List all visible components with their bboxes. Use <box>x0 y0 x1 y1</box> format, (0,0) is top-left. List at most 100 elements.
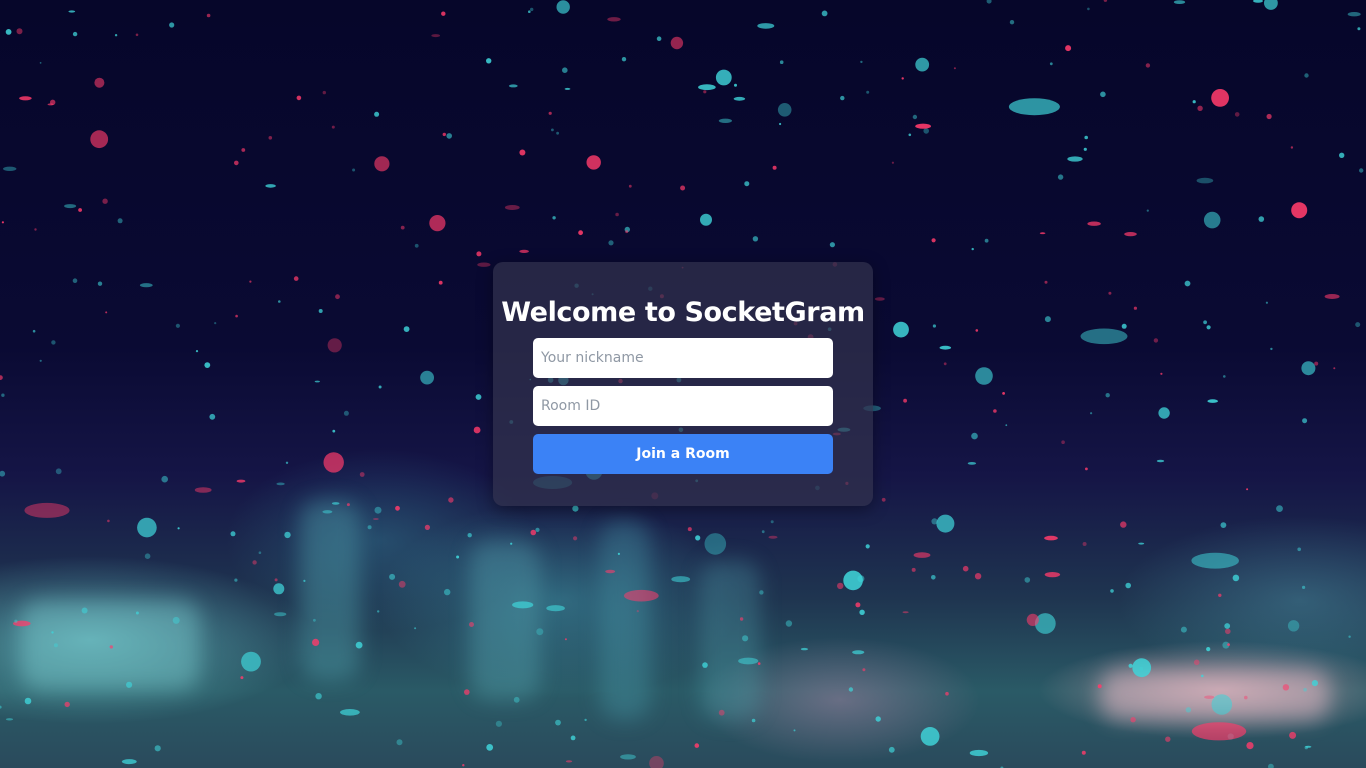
raindrop <box>608 240 614 246</box>
raindrop <box>335 294 340 300</box>
raindrop <box>78 208 82 212</box>
raindrop <box>1146 209 1149 212</box>
raindrop <box>1302 585 1306 590</box>
raindrop <box>1348 635 1351 638</box>
raindrop <box>467 533 472 538</box>
raindrop <box>346 503 350 507</box>
raindrop <box>1290 146 1294 149</box>
raindrop <box>1302 418 1308 424</box>
raindrop <box>967 462 977 465</box>
raindrop <box>556 131 559 135</box>
raindrop <box>510 542 513 545</box>
raindrop <box>891 161 895 164</box>
raindrop <box>881 497 886 502</box>
raindrop <box>169 22 175 28</box>
raindrop <box>971 247 974 251</box>
raindrop <box>72 278 78 284</box>
raindrop <box>284 531 291 539</box>
raindrop <box>752 236 759 242</box>
raindrop <box>1264 0 1278 10</box>
raindrop <box>495 720 502 727</box>
raindrop <box>584 718 587 722</box>
raindrop <box>296 95 302 101</box>
raindrop <box>235 314 238 318</box>
raindrop <box>733 96 746 101</box>
raindrop <box>313 618 316 622</box>
raindrop <box>240 676 244 680</box>
raindrop <box>628 184 632 188</box>
raindrop <box>55 468 62 475</box>
raindrop <box>837 582 844 590</box>
raindrop <box>68 10 76 13</box>
raindrop <box>50 99 56 106</box>
nickname-input[interactable] <box>533 338 833 378</box>
raindrop <box>744 181 750 187</box>
raindrop <box>1206 325 1211 330</box>
raindrop <box>373 518 379 520</box>
join-room-button[interactable]: Join a Room <box>533 434 833 474</box>
raindrop <box>759 590 764 595</box>
raindrop <box>565 760 573 763</box>
raindrop <box>1224 623 1231 629</box>
raindrop <box>536 628 544 636</box>
raindrop <box>1297 547 1301 552</box>
raindrop <box>1287 620 1300 632</box>
raindrop <box>473 426 481 434</box>
raindrop <box>135 33 139 37</box>
raindrop <box>5 718 14 721</box>
raindrop <box>323 452 344 473</box>
room-id-input[interactable] <box>533 386 833 426</box>
raindrop <box>945 691 949 696</box>
raindrop <box>1311 680 1318 687</box>
raindrop <box>931 518 938 525</box>
raindrop <box>236 479 246 483</box>
raindrop <box>636 610 639 613</box>
raindrop <box>340 709 360 716</box>
raindrop <box>903 398 907 403</box>
raindrop <box>718 709 725 716</box>
raindrop <box>1103 0 1108 2</box>
raindrop <box>114 34 118 37</box>
raindrop <box>704 533 727 555</box>
raindrop <box>476 251 482 257</box>
raindrop <box>1185 707 1192 713</box>
raindrop <box>206 13 211 18</box>
raindrop <box>1357 27 1361 31</box>
raindrop <box>5 29 12 35</box>
raindrop <box>322 90 326 95</box>
raindrop <box>414 243 419 248</box>
raindrop <box>194 487 212 493</box>
raindrop <box>204 362 211 368</box>
raindrop <box>671 576 691 583</box>
raindrop <box>893 321 909 338</box>
raindrop <box>102 198 108 204</box>
raindrop <box>620 754 636 760</box>
raindrop <box>700 213 712 226</box>
raindrop <box>469 622 474 627</box>
raindrop <box>107 519 110 523</box>
raindrop <box>1009 20 1015 25</box>
raindrop <box>1067 156 1083 162</box>
raindrop <box>1039 232 1046 235</box>
raindrop <box>314 380 320 383</box>
raindrop <box>1124 232 1137 237</box>
raindrop <box>923 128 929 134</box>
raindrop <box>739 617 744 621</box>
raindrop <box>268 136 273 140</box>
raindrop <box>318 309 323 313</box>
raindrop <box>396 739 403 746</box>
raindrop <box>984 238 989 243</box>
raindrop <box>486 744 494 751</box>
raindrop <box>564 638 567 641</box>
raindrop <box>1276 505 1283 512</box>
raindrop <box>680 185 686 191</box>
raindrop <box>424 524 430 531</box>
raindrop <box>431 34 441 38</box>
raindrop <box>1218 593 1222 597</box>
raindrop <box>1002 392 1005 395</box>
raindrop <box>751 718 756 723</box>
raindrop <box>1266 113 1272 120</box>
raindrop <box>757 662 761 665</box>
raindrop <box>1234 112 1240 117</box>
raindrop <box>249 280 252 283</box>
